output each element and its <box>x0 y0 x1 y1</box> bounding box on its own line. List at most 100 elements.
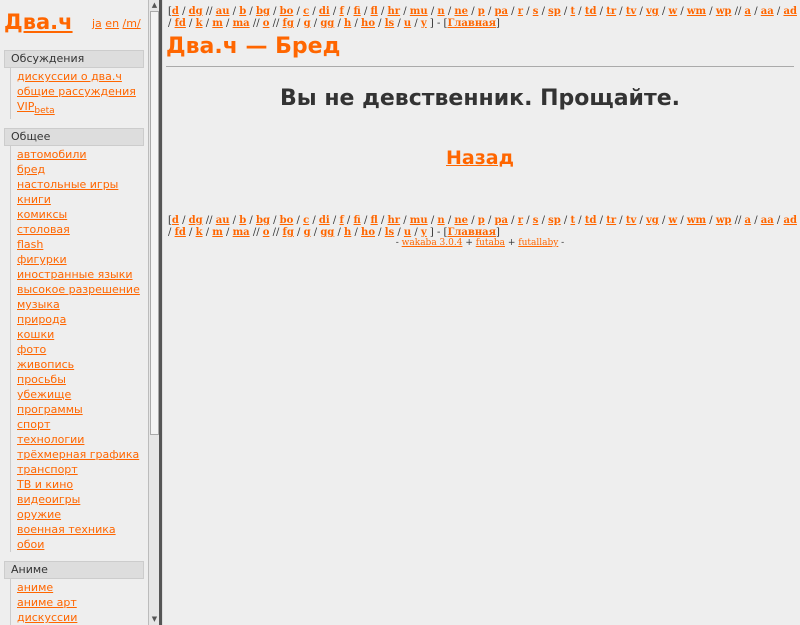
sidebar-scrollbar[interactable]: ▲ ▼ <box>148 0 159 625</box>
board-link-mu[interactable]: mu <box>410 6 428 17</box>
board-link-n[interactable]: n <box>437 215 444 226</box>
section-header[interactable]: Общее <box>4 128 144 146</box>
board-link-vg[interactable]: vg <box>646 215 659 226</box>
board-link-d[interactable]: d <box>172 6 179 17</box>
sidebar-link[interactable]: просьбы <box>17 373 66 386</box>
board-link-au[interactable]: au <box>216 6 230 17</box>
sidebar-link[interactable]: столовая <box>17 223 70 236</box>
board-link-r[interactable]: r <box>518 6 523 17</box>
sidebar-link[interactable]: бред <box>17 163 45 176</box>
scroll-up-arrow-icon[interactable]: ▲ <box>150 0 159 10</box>
sidebar-link[interactable]: настольные игры <box>17 178 118 191</box>
board-link-bg[interactable]: bg <box>256 215 270 226</box>
board-link-fg[interactable]: fg <box>283 227 294 238</box>
sidebar-link[interactable]: природа <box>17 313 66 326</box>
board-link-p[interactable]: p <box>478 215 485 226</box>
board-link-bg[interactable]: bg <box>256 6 270 17</box>
board-link-f[interactable]: f <box>339 6 343 17</box>
back-link[interactable]: Назад <box>446 147 514 169</box>
board-link-aa[interactable]: aa <box>761 6 774 17</box>
board-link-fl[interactable]: fl <box>371 215 378 226</box>
board-link-bo[interactable]: bo <box>280 215 294 226</box>
board-link-ma[interactable]: ma <box>233 18 250 29</box>
board-link-ne[interactable]: ne <box>454 6 468 17</box>
board-link-m[interactable]: m <box>212 227 223 238</box>
section-header[interactable]: Аниме <box>4 561 144 579</box>
board-link-fl[interactable]: fl <box>371 6 378 17</box>
board-link-td[interactable]: td <box>585 215 597 226</box>
board-link-vg[interactable]: vg <box>646 6 659 17</box>
board-link-r[interactable]: r <box>518 215 523 226</box>
sidebar-link[interactable]: военная техника <box>17 523 116 536</box>
board-link-ad[interactable]: ad <box>783 6 796 17</box>
sidebar-link[interactable]: транспорт <box>17 463 78 476</box>
board-link-u[interactable]: u <box>404 18 411 29</box>
board-link-td[interactable]: td <box>585 6 597 17</box>
board-link-wm[interactable]: wm <box>687 215 706 226</box>
board-link-wm[interactable]: wm <box>687 6 706 17</box>
board-link-b[interactable]: b <box>239 215 246 226</box>
board-link-tv[interactable]: tv <box>626 6 636 17</box>
board-link-w[interactable]: w <box>669 6 678 17</box>
board-link-g[interactable]: g <box>304 227 311 238</box>
board-link-tr[interactable]: tr <box>606 6 616 17</box>
board-link-pa[interactable]: pa <box>495 215 508 226</box>
sidebar-link[interactable]: книги <box>17 193 51 206</box>
board-link-ls[interactable]: ls <box>385 227 394 238</box>
sidebar-link[interactable]: flash <box>17 238 43 251</box>
board-link-hr[interactable]: hr <box>388 215 401 226</box>
lang-link-en[interactable]: en <box>105 17 119 30</box>
lang-link-ja[interactable]: ja <box>92 17 102 30</box>
board-link-s[interactable]: s <box>533 6 539 17</box>
board-link-pa[interactable]: pa <box>495 6 508 17</box>
sidebar-link[interactable]: оружие <box>17 508 61 521</box>
sidebar-link[interactable]: VIP <box>17 100 34 113</box>
board-link-ma[interactable]: ma <box>233 227 250 238</box>
sidebar-link[interactable]: автомобили <box>17 148 87 161</box>
frame-divider[interactable] <box>159 0 163 625</box>
board-link-s[interactable]: s <box>533 215 539 226</box>
board-link-mu[interactable]: mu <box>410 215 428 226</box>
board-link-a[interactable]: a <box>745 215 751 226</box>
board-link-h[interactable]: h <box>344 18 351 29</box>
footer-link-futaba[interactable]: futaba <box>476 238 505 248</box>
nav-bottom-home-link[interactable]: Главная <box>447 227 496 238</box>
sidebar-link[interactable]: музыка <box>17 298 60 311</box>
footer-link-futallaby[interactable]: futallaby <box>518 238 558 248</box>
section-header[interactable]: Обсуждения <box>4 50 144 68</box>
board-link-fi[interactable]: fi <box>353 215 360 226</box>
board-link-tv[interactable]: tv <box>626 215 636 226</box>
site-logo[interactable]: Два.ч <box>4 8 73 36</box>
board-link-k[interactable]: k <box>196 227 203 238</box>
nav-top-home-link[interactable]: Главная <box>447 18 496 29</box>
board-link-au[interactable]: au <box>216 215 230 226</box>
sidebar-link[interactable]: аниме <box>17 581 53 594</box>
sidebar-link[interactable]: фото <box>17 343 46 356</box>
board-link-c[interactable]: c <box>303 6 309 17</box>
board-link-di[interactable]: di <box>319 215 330 226</box>
beta-label[interactable]: beta <box>34 106 54 116</box>
footer-link-wakaba[interactable]: wakaba 3.0.4 <box>402 238 463 248</box>
board-link-c[interactable]: c <box>303 215 309 226</box>
board-link-dg[interactable]: dg <box>189 6 203 17</box>
scrollbar-thumb[interactable] <box>150 11 159 435</box>
board-link-hr[interactable]: hr <box>388 6 401 17</box>
board-link-g[interactable]: g <box>304 18 311 29</box>
sidebar-link[interactable]: общие рассуждения <box>17 85 136 98</box>
board-link-fd[interactable]: fd <box>175 227 186 238</box>
sidebar-link[interactable]: спорт <box>17 418 50 431</box>
board-link-t[interactable]: t <box>570 6 575 17</box>
board-link-y[interactable]: y <box>421 18 427 29</box>
board-link-bo[interactable]: bo <box>280 6 294 17</box>
board-link-b[interactable]: b <box>239 6 246 17</box>
board-link-ho[interactable]: ho <box>361 18 375 29</box>
board-link-a[interactable]: a <box>745 6 751 17</box>
board-link-aa[interactable]: aa <box>761 215 774 226</box>
board-link-tr[interactable]: tr <box>606 215 616 226</box>
sidebar-link[interactable]: живопись <box>17 358 74 371</box>
board-link-u[interactable]: u <box>404 227 411 238</box>
board-link-h[interactable]: h <box>344 227 351 238</box>
board-link-w[interactable]: w <box>669 215 678 226</box>
scroll-down-arrow-icon[interactable]: ▼ <box>150 614 159 624</box>
board-link-t[interactable]: t <box>570 215 575 226</box>
